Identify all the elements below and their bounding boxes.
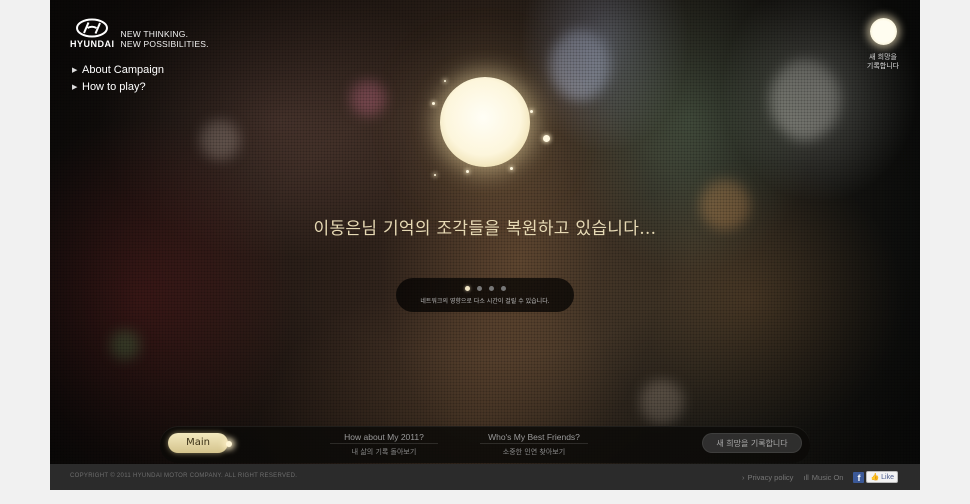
wish-label-line: 기록합니다 [866, 62, 900, 70]
slogan-line: NEW POSSIBILITIES. [120, 38, 209, 49]
hyundai-logo[interactable]: HYUNDAI NEW THINKING. NEW POSSIBILITIES. [70, 18, 209, 49]
main-button-glow [226, 441, 232, 447]
loading-dots [396, 286, 574, 291]
campaign-stage: HYUNDAI NEW THINKING. NEW POSSIBILITIES.… [50, 0, 920, 464]
nav-title: Who's My Best Friends? [488, 432, 580, 442]
loading-dot [488, 286, 494, 291]
hyundai-emblem-icon [76, 18, 109, 38]
slogan-line: NEW THINKING. [120, 28, 189, 39]
chevron-right-icon: ▶ [72, 82, 78, 91]
logo-mark: HYUNDAI [70, 18, 115, 49]
sparkle [434, 174, 436, 176]
nav-title: How about My 2011? [344, 432, 424, 442]
like-button[interactable]: 👍 Like [866, 471, 898, 483]
side-menu: ▶ About Campaign ▶ How to play? [72, 61, 164, 95]
menu-about-campaign[interactable]: ▶ About Campaign [72, 61, 164, 78]
glowing-orb [440, 77, 530, 167]
wish-corner-label: 새 희망을 기록합니다 [858, 53, 908, 71]
loading-note: 네트워크의 영향으로 다소 시간이 걸릴 수 있습니다. [420, 298, 550, 305]
wish-orb-icon [869, 18, 897, 45]
loading-indicator: 네트워크의 영향으로 다소 시간이 걸릴 수 있습니다. [396, 278, 574, 312]
bottom-navigation: Main How about My 2011? 내 삶의 기록 돌아보기 Who… [160, 426, 810, 463]
footer: COPYRIGHT © 2011 HYUNDAI MOTOR COMPANY. … [50, 464, 920, 490]
brand-slogan: NEW THINKING. NEW POSSIBILITIES. [121, 29, 209, 49]
wish-label-line: 새 희망을 [869, 53, 897, 61]
nav-subtitle: 내 삶의 기록 돌아보기 [351, 448, 417, 456]
sparkle [530, 110, 533, 113]
loading-dot [464, 286, 470, 291]
loading-dot [500, 286, 506, 291]
sparkle [543, 135, 550, 142]
logo-wordmark: HYUNDAI [70, 39, 115, 49]
privacy-label: Privacy policy [747, 472, 794, 482]
footer-links: › Privacy policy ıll Music On f 👍 Like [742, 471, 898, 483]
sparkle [444, 80, 446, 82]
nav-subtitle: 소중한 인연 찾아보기 [502, 448, 566, 456]
chevron-right-icon: › [742, 472, 745, 482]
nav-best-friends[interactable]: Who's My Best Friends? 소중한 인연 찾아보기 [464, 432, 604, 457]
loading-dot [476, 286, 482, 291]
sparkle [510, 167, 513, 170]
chevron-right-icon: ▶ [72, 65, 78, 74]
privacy-policy-link[interactable]: › Privacy policy [742, 473, 793, 482]
record-wish-corner-button[interactable]: 새 희망을 기록합니다 [858, 18, 908, 71]
menu-label: About Campaign [82, 63, 164, 76]
memory-orb [430, 70, 550, 180]
sparkle [432, 102, 435, 105]
record-wish-button[interactable]: 새 희망을 기록합니다 [702, 433, 802, 453]
facebook-like: f 👍 Like [853, 471, 898, 483]
copyright-text: COPYRIGHT © 2011 HYUNDAI MOTOR COMPANY. … [70, 473, 298, 479]
menu-how-to-play[interactable]: ▶ How to play? [72, 78, 164, 95]
music-toggle[interactable]: ıll Music On [803, 473, 843, 482]
like-label: Like [881, 474, 894, 481]
nav-divider [480, 443, 588, 444]
music-label: Music On [811, 472, 844, 482]
main-button[interactable]: Main [168, 433, 228, 453]
menu-label: How to play? [82, 80, 146, 93]
restoring-headline: 이동은님 기억의 조각들을 복원하고 있습니다… [313, 219, 657, 239]
nav-my-2011[interactable]: How about My 2011? 내 삶의 기록 돌아보기 [314, 432, 454, 457]
sparkle [466, 170, 469, 173]
equalizer-icon: ıll [803, 472, 809, 482]
facebook-icon[interactable]: f [853, 471, 865, 483]
nav-divider [330, 443, 438, 444]
